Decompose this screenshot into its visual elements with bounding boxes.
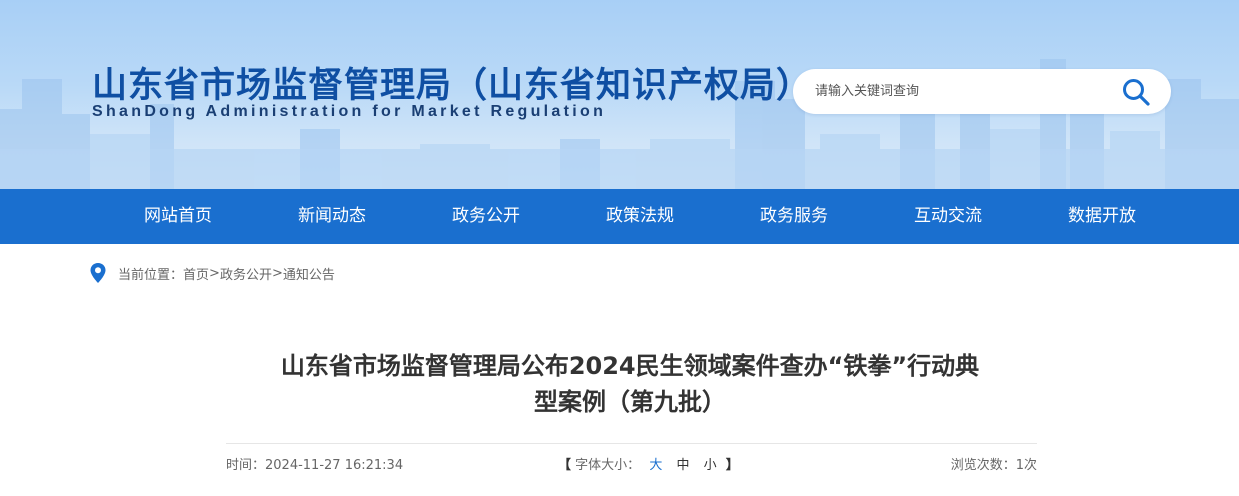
title-divider [226,443,1037,444]
publish-time-value: 2024-11-27 16:21:34 [265,458,404,473]
header-banner: 山东省市场监督管理局（山东省知识产权局） ShanDong Administra… [0,0,1239,189]
publish-time: 时间：2024-11-27 16:21:34 [226,454,403,473]
nav-item-gov-services[interactable]: 政务服务 [739,189,849,244]
article-title-line-1: 山东省市场监督管理局公布2024民生领域案件查办“铁拳”行动典 [280,352,980,380]
breadcrumb-gov-affairs[interactable]: 政务公开 [220,264,272,283]
font-size-medium-button[interactable]: 中 [676,458,689,473]
font-size-control: 【 字体大小： 大 中 小 】 [558,454,739,473]
nav-item-home[interactable]: 网站首页 [123,189,233,244]
article-meta: 时间：2024-11-27 16:21:34 【 字体大小： 大 中 小 】 浏… [226,454,1037,474]
nav-item-news[interactable]: 新闻动态 [277,189,387,244]
nav-item-policies[interactable]: 政策法规 [585,189,695,244]
article-title: 山东省市场监督管理局公布2024民生领域案件查办“铁拳”行动典 型案例（第九批） [200,348,1060,420]
view-count: 浏览次数：1次 [951,454,1037,473]
site-title[interactable]: 山东省市场监督管理局（山东省知识产权局） [92,57,812,108]
breadcrumb-prefix: 当前位置： [118,267,184,283]
search-box [793,69,1171,114]
bracket-close: 】 [725,458,739,473]
search-icon [1123,79,1150,106]
breadcrumb-separator: > [271,265,283,281]
publish-time-label: 时间： [226,458,266,473]
view-count-value: 1次 [1015,458,1037,473]
bracket-open: 【 [558,458,572,473]
location-pin-icon [90,263,106,283]
nav-item-open-data[interactable]: 数据开放 [1047,189,1157,244]
article-title-line-2: 型案例（第九批） [534,388,726,416]
search-input[interactable] [815,69,1115,114]
font-size-large-button[interactable]: 大 [649,458,662,473]
breadcrumb-separator: > [209,265,220,281]
nav-item-interaction[interactable]: 互动交流 [893,189,1003,244]
font-size-label: 字体大小： [575,458,641,473]
view-count-label: 浏览次数： [950,458,1016,473]
breadcrumb: 当前位置： 首页 > 政务公开 > 通知公告 [90,262,335,284]
nav-item-gov-affairs[interactable]: 政务公开 [431,189,541,244]
main-nav: 网站首页 新闻动态 政务公开 政策法规 政务服务 互动交流 数据开放 [0,189,1239,244]
search-button[interactable] [1119,76,1153,108]
breadcrumb-home[interactable]: 首页 [183,264,209,283]
font-size-small-button[interactable]: 小 [704,458,717,473]
site-subtitle: ShanDong Administration for Market Regul… [92,103,607,120]
breadcrumb-notices[interactable]: 通知公告 [283,264,335,283]
